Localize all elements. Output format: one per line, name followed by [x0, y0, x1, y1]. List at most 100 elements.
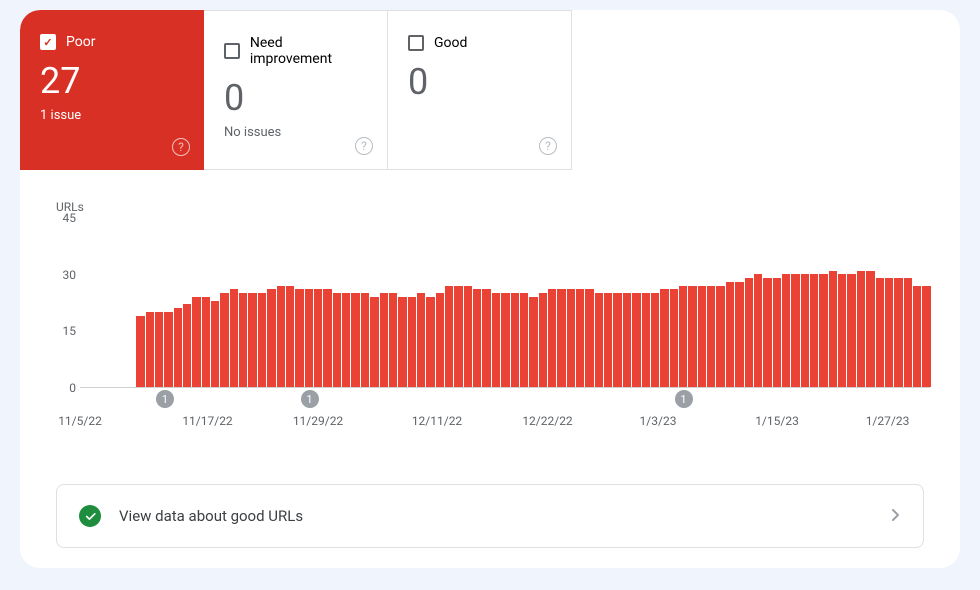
tab-poor[interactable]: ✓ Poor 27 1 issue ?	[20, 10, 204, 170]
bar[interactable]	[735, 282, 743, 387]
bar[interactable]	[791, 274, 799, 387]
bar[interactable]	[829, 271, 837, 387]
bar[interactable]	[136, 316, 144, 387]
bar[interactable]	[323, 289, 331, 387]
bar[interactable]	[482, 289, 490, 387]
x-tick: 1/3/23	[640, 414, 677, 428]
bar[interactable]	[426, 297, 434, 387]
bar[interactable]	[904, 278, 912, 387]
bar[interactable]	[651, 293, 659, 387]
tab-need-improvement[interactable]: Need improvement 0 No issues ?	[204, 10, 388, 170]
bar[interactable]	[473, 289, 481, 387]
checkbox-icon	[408, 35, 424, 51]
bar[interactable]	[380, 293, 388, 387]
bar[interactable]	[192, 297, 200, 387]
bar[interactable]	[239, 293, 247, 387]
bar[interactable]	[679, 286, 687, 387]
bar[interactable]	[632, 293, 640, 387]
bar[interactable]	[146, 312, 154, 387]
view-good-urls-row[interactable]: View data about good URLs	[56, 484, 924, 548]
bar[interactable]	[248, 293, 256, 387]
bar[interactable]	[698, 286, 706, 387]
bar[interactable]	[436, 293, 444, 387]
bar[interactable]	[351, 293, 359, 387]
bar[interactable]	[707, 286, 715, 387]
bar[interactable]	[876, 278, 884, 387]
bar[interactable]	[277, 286, 285, 387]
bar[interactable]	[847, 274, 855, 387]
bar[interactable]	[763, 278, 771, 387]
bar[interactable]	[866, 271, 874, 387]
bar[interactable]	[623, 293, 631, 387]
bar[interactable]	[726, 282, 734, 387]
event-markers: 1 1 1	[80, 388, 930, 408]
bar[interactable]	[174, 308, 182, 387]
bar[interactable]	[286, 286, 294, 387]
bar[interactable]	[548, 289, 556, 387]
bar[interactable]	[716, 286, 724, 387]
bar[interactable]	[576, 289, 584, 387]
bar[interactable]	[782, 274, 790, 387]
bar[interactable]	[501, 293, 509, 387]
bar[interactable]	[810, 274, 818, 387]
bar[interactable]	[295, 289, 303, 387]
bar[interactable]	[585, 289, 593, 387]
bar[interactable]	[417, 293, 425, 387]
bar[interactable]	[801, 274, 809, 387]
bar[interactable]	[773, 278, 781, 387]
bar[interactable]	[370, 297, 378, 387]
bar[interactable]	[670, 289, 678, 387]
bar[interactable]	[464, 286, 472, 387]
bar[interactable]	[202, 297, 210, 387]
bar[interactable]	[389, 293, 397, 387]
help-icon[interactable]: ?	[172, 138, 190, 156]
bar[interactable]	[511, 293, 519, 387]
bar[interactable]	[520, 293, 528, 387]
bar[interactable]	[211, 301, 219, 387]
bar[interactable]	[557, 289, 565, 387]
bar[interactable]	[333, 293, 341, 387]
help-icon[interactable]: ?	[539, 137, 557, 155]
help-icon[interactable]: ?	[355, 137, 373, 155]
bar[interactable]	[445, 286, 453, 387]
event-marker[interactable]: 1	[675, 390, 693, 408]
bar[interactable]	[595, 293, 603, 387]
bar[interactable]	[314, 289, 322, 387]
bar[interactable]	[688, 286, 696, 387]
bar[interactable]	[613, 293, 621, 387]
bar[interactable]	[155, 312, 163, 387]
event-marker[interactable]: 1	[301, 390, 319, 408]
bar[interactable]	[567, 289, 575, 387]
tab-good[interactable]: Good 0 ?	[388, 10, 572, 170]
bar[interactable]	[342, 293, 350, 387]
bar[interactable]	[819, 274, 827, 387]
bar[interactable]	[454, 286, 462, 387]
bar[interactable]	[305, 289, 313, 387]
bar[interactable]	[894, 278, 902, 387]
bar[interactable]	[857, 271, 865, 387]
bar[interactable]	[539, 293, 547, 387]
bar[interactable]	[604, 293, 612, 387]
bar[interactable]	[164, 312, 172, 387]
bar[interactable]	[885, 278, 893, 387]
bar[interactable]	[529, 297, 537, 387]
bar[interactable]	[838, 274, 846, 387]
event-marker[interactable]: 1	[156, 390, 174, 408]
bar[interactable]	[913, 286, 921, 387]
bar[interactable]	[398, 297, 406, 387]
bar[interactable]	[922, 286, 930, 387]
bar[interactable]	[642, 293, 650, 387]
tab-subtext: No issues	[224, 125, 367, 140]
bar[interactable]	[492, 293, 500, 387]
bar[interactable]	[408, 297, 416, 387]
bar[interactable]	[361, 293, 369, 387]
bar[interactable]	[183, 304, 191, 387]
bar[interactable]	[660, 289, 668, 387]
checkbox-icon	[224, 43, 240, 59]
bar[interactable]	[230, 289, 238, 387]
bar[interactable]	[745, 278, 753, 387]
bar[interactable]	[220, 293, 228, 387]
bar[interactable]	[267, 289, 275, 387]
bar[interactable]	[258, 293, 266, 387]
bar[interactable]	[754, 274, 762, 387]
